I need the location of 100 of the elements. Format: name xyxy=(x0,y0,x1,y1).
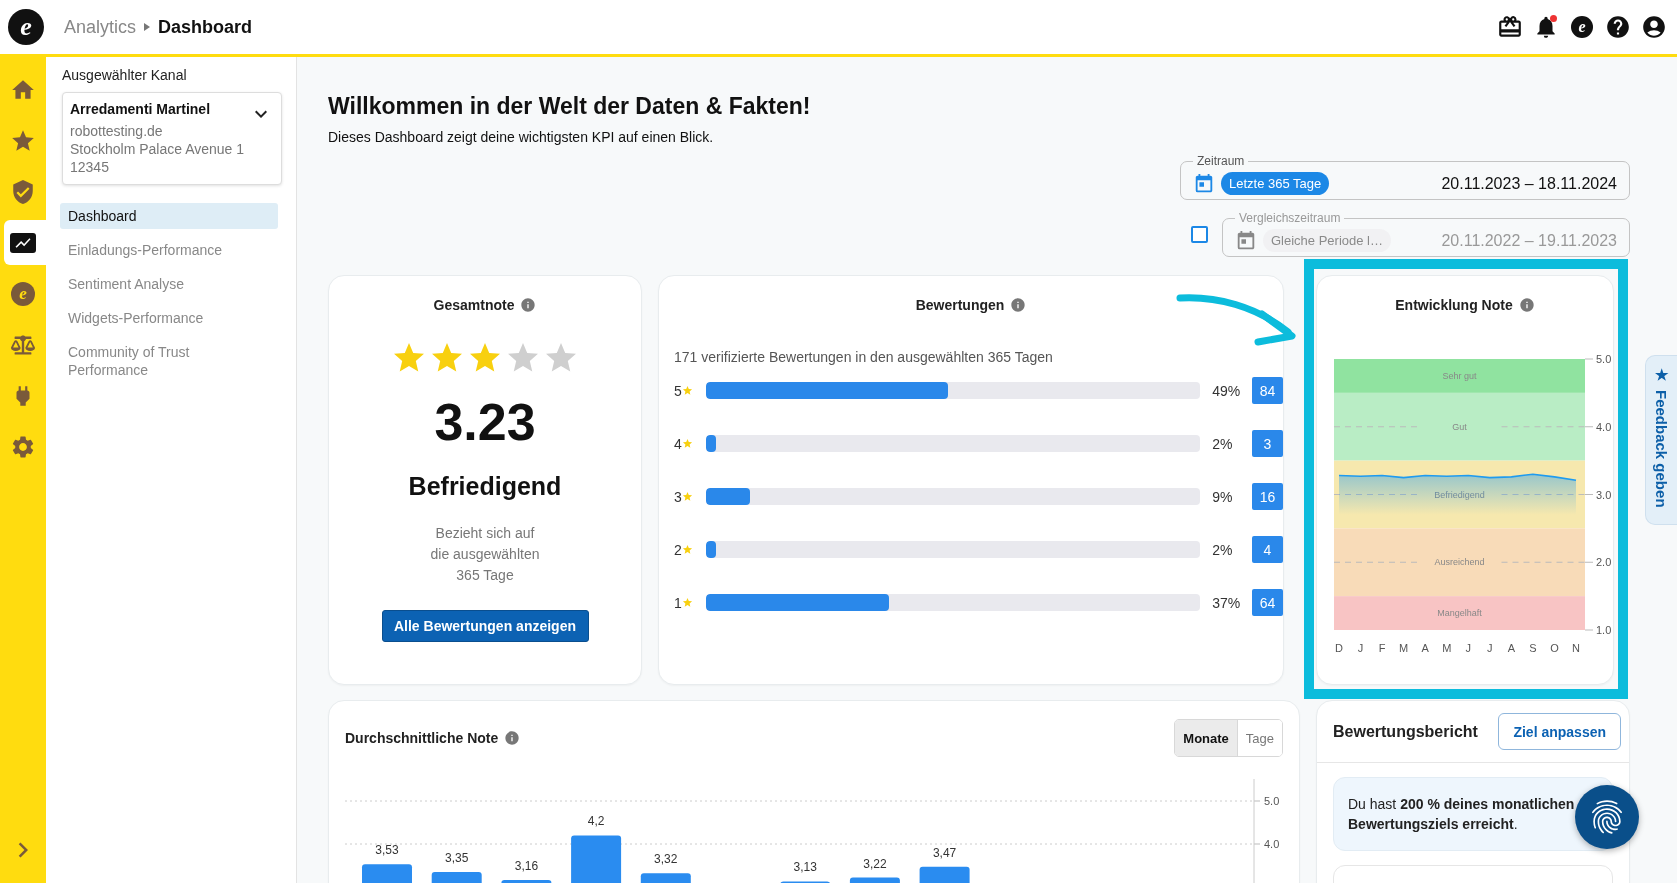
calendar-icon xyxy=(1235,229,1257,252)
star-icon xyxy=(681,544,693,555)
month-label: M xyxy=(1399,642,1409,654)
score-note: Bezieht sich auf die ausgewählten 365 Tage xyxy=(430,524,540,585)
page-subtitle: Dieses Dashboard zeigt deine wichtigsten KPI auf einen Blick. xyxy=(328,129,715,145)
breadcrumb-item[interactable]: Dashboard xyxy=(158,16,253,38)
info-icon[interactable] xyxy=(504,730,521,746)
all-reviews-button[interactable]: Alle Bewertungen anzeigen xyxy=(381,610,589,642)
sidebar-item[interactable]: Sentiment Analyse xyxy=(60,271,278,297)
rating-count: 3 xyxy=(1252,430,1283,457)
rating-label: 2 xyxy=(674,541,682,558)
score-value: 3.23 xyxy=(434,392,536,453)
sidebar-item[interactable]: Dashboard xyxy=(60,203,278,229)
rating-count: 64 xyxy=(1252,589,1283,616)
axis-label: 5.0 xyxy=(1264,795,1280,807)
month-label: J xyxy=(1487,642,1493,654)
month-label: M xyxy=(1442,642,1452,654)
account-icon[interactable] xyxy=(1641,14,1667,40)
sidebar-item[interactable]: Einladungs-Performance xyxy=(60,237,278,263)
month-label: S xyxy=(1529,642,1537,654)
axis-label: 4.0 xyxy=(1264,838,1280,850)
reviews-summary: 171 verifizierte Bewertungen in den ausgewählten 365 Tagen xyxy=(674,349,1054,365)
value-label: 3,47 xyxy=(932,845,957,860)
value-label: 3,22 xyxy=(863,856,887,871)
breadcrumb-item[interactable]: Analytics xyxy=(64,16,137,38)
card-title: Bewertungen xyxy=(915,297,1005,313)
channel-select[interactable]: Arredamenti Martinel robottesting.de Stockholm Palace Avenue 1 12345 xyxy=(62,92,282,185)
channel-label: Ausgewählter Kanal xyxy=(62,67,188,83)
band-label: Befriedigend xyxy=(1434,489,1485,500)
bar xyxy=(849,877,900,883)
caret-icon xyxy=(144,23,151,31)
value-label: 3,35 xyxy=(445,850,469,865)
gift-icon[interactable] xyxy=(1497,14,1523,40)
page-title: Willkommen in der Welt der Daten & Fakten! xyxy=(328,92,812,121)
toggle-option[interactable]: Tage xyxy=(1236,720,1282,756)
rating-label: 4 xyxy=(674,435,682,452)
help-icon[interactable] xyxy=(1605,14,1631,40)
value-label: 3,13 xyxy=(793,860,817,875)
rating-percent: 9% xyxy=(1212,488,1234,505)
card-title: Bewertungsbericht xyxy=(1333,722,1478,741)
star-icon xyxy=(681,438,693,449)
sidebar-item[interactable]: Widgets-Performance xyxy=(60,305,278,331)
rating-percent: 49% xyxy=(1212,382,1242,399)
rating-label: 5 xyxy=(674,382,682,399)
bar xyxy=(431,871,482,883)
shield-check-icon xyxy=(10,178,36,205)
calendar-icon xyxy=(1193,172,1215,195)
toggle-option[interactable]: Monate xyxy=(1175,720,1237,756)
brand-logo[interactable]: e xyxy=(8,9,44,45)
month-label: O xyxy=(1550,642,1559,654)
month-label: J xyxy=(1357,642,1364,654)
axis-label: 2.0 xyxy=(1596,556,1612,569)
info-icon[interactable] xyxy=(520,297,537,313)
rating-count: 4 xyxy=(1252,536,1283,563)
adjust-goal-button[interactable]: Ziel anpassen xyxy=(1498,713,1621,750)
nav-rail-item[interactable] xyxy=(4,220,46,265)
brand-logo: e xyxy=(11,281,35,306)
bar xyxy=(571,835,622,883)
band-label: Ausreichend xyxy=(1434,557,1485,568)
rating-label: 3 xyxy=(674,488,682,505)
band-label: Mangelhaft xyxy=(1437,608,1482,619)
bar xyxy=(640,873,691,883)
axis-label: 4.0 xyxy=(1596,420,1612,433)
feedback-tab[interactable]: ★ Feedback geben xyxy=(1645,355,1677,525)
star-icon xyxy=(681,597,693,608)
axis-label: 5.0 xyxy=(1596,353,1612,365)
value-label: 3,53 xyxy=(375,843,399,858)
rating-percent: 2% xyxy=(1212,435,1234,452)
bar xyxy=(919,866,970,883)
axis-label: 1.0 xyxy=(1596,624,1612,636)
grade-label: Befriedigend xyxy=(408,472,562,501)
rating-percent: 37% xyxy=(1212,594,1242,611)
month-label: N xyxy=(1572,642,1580,654)
month-label: D xyxy=(1335,642,1343,654)
value-label: 3,16 xyxy=(514,859,539,874)
bar xyxy=(362,864,412,883)
period-field[interactable]: Zeitraum Letzte 365 Tage 20.11.2023 – 18.11.2024 xyxy=(1180,154,1630,200)
rating-percent: 2% xyxy=(1212,541,1234,558)
axis-label: 3.0 xyxy=(1596,488,1612,501)
rating-label: 1 xyxy=(674,594,682,611)
sidebar-item[interactable]: Community of Trust Performance xyxy=(60,339,278,383)
star-icon xyxy=(681,491,693,502)
month-label: A xyxy=(1421,642,1429,654)
card-title: Durchschnittliche Note xyxy=(345,730,499,746)
month-label: F xyxy=(1378,642,1386,654)
star-icon xyxy=(681,385,693,396)
band-label: Gut xyxy=(1452,421,1467,432)
rating-count: 16 xyxy=(1252,483,1283,510)
rating-count: 84 xyxy=(1252,377,1283,404)
nav-rail-item[interactable]: e xyxy=(4,271,46,316)
info-icon[interactable] xyxy=(1518,297,1535,313)
card-title: Gesamtnote xyxy=(433,297,515,313)
chart-icon xyxy=(10,232,36,253)
band-label: Sehr gut xyxy=(1442,370,1477,381)
info-icon[interactable] xyxy=(1010,297,1027,313)
bar xyxy=(501,880,552,883)
brand-logo-button[interactable]: e xyxy=(1569,14,1595,40)
card-title: Entwicklung Note xyxy=(1395,297,1513,313)
value-label: 4,2 xyxy=(587,814,605,829)
value-label: 3,32 xyxy=(654,852,678,867)
